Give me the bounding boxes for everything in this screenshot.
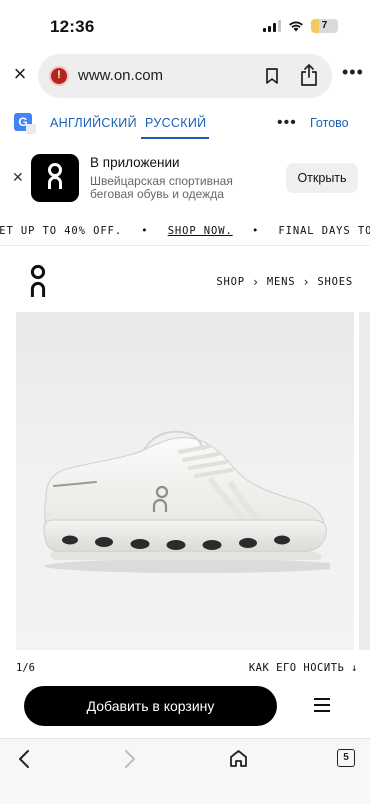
cellular-signal-icon: [263, 20, 281, 32]
breadcrumb-separator: ›: [251, 275, 260, 289]
home-icon[interactable]: [229, 749, 248, 768]
browser-bottom-toolbar: 5: [0, 738, 370, 804]
promo-separator: •: [141, 225, 149, 237]
hamburger-menu-icon[interactable]: [314, 698, 330, 712]
status-time: 12:36: [50, 17, 95, 36]
battery-level: 7: [321, 20, 328, 31]
translate-done-button[interactable]: Готово: [310, 116, 349, 130]
app-banner-title: В приложении: [90, 155, 180, 170]
app-install-banner: ✕ В приложении Швейцарская спортивная бе…: [0, 148, 370, 208]
more-options-icon[interactable]: •••: [342, 63, 364, 81]
promo-text: GET UP TO 40% OFF. • SHOP NOW. • FINAL D…: [0, 225, 370, 237]
promo-final-days-text: FINAL DAYS TO G: [278, 225, 370, 237]
promo-separator: •: [251, 225, 260, 237]
product-shoe-image: [43, 430, 330, 573]
status-bar: 12:36 7: [0, 0, 370, 50]
next-image-peek[interactable]: [359, 312, 370, 650]
app-banner-subtitle-line1: Швейцарская спортивная: [90, 174, 233, 188]
app-banner-subtitle-line2: беговая обувь и одежда: [90, 187, 224, 201]
promo-offer-text: GET UP TO 40% OFF.: [0, 225, 122, 237]
on-brand-logo-icon[interactable]: [29, 264, 47, 297]
promo-ticker: GET UP TO 40% OFF. • SHOP NOW. • FINAL D…: [0, 218, 370, 246]
forward-arrow-icon[interactable]: [122, 749, 138, 769]
back-arrow-icon[interactable]: [16, 749, 32, 769]
banner-close-icon[interactable]: ✕: [12, 169, 24, 186]
url-text[interactable]: www.on.com: [78, 67, 163, 84]
target-language-tab[interactable]: РУССКИЙ: [145, 116, 206, 130]
breadcrumb-separator: ›: [302, 275, 311, 289]
tabs-count-icon[interactable]: 5: [337, 749, 355, 767]
translate-options-icon[interactable]: •••: [277, 114, 297, 132]
wifi-icon: [289, 21, 303, 32]
promo-shop-now-link[interactable]: SHOP NOW.: [168, 225, 233, 237]
translate-bar: G АНГЛИЙСКИЙ РУССКИЙ ••• Готово: [0, 108, 370, 140]
source-language-tab[interactable]: АНГЛИЙСКИЙ: [50, 116, 137, 130]
close-icon[interactable]: ×: [9, 63, 31, 85]
active-language-indicator: [141, 137, 209, 139]
breadcrumb-mens[interactable]: MENS: [267, 276, 296, 288]
breadcrumb-shop[interactable]: SHOP: [216, 276, 245, 288]
share-icon[interactable]: [300, 64, 318, 86]
google-translate-icon: G: [14, 113, 36, 134]
breadcrumb-shoes[interactable]: SHOES: [317, 276, 353, 288]
browser-url-bar: × www.on.com •••: [0, 52, 370, 100]
site-warning-icon[interactable]: [49, 66, 69, 86]
gallery-pager: 1/6: [16, 662, 35, 674]
status-indicators: 7: [263, 19, 338, 33]
bookmark-icon[interactable]: [266, 68, 278, 84]
how-to-wear-link[interactable]: КАК ЕГО НОСИТЬ ↓: [249, 662, 358, 674]
battery-icon: 7: [311, 19, 338, 33]
app-icon: [31, 154, 79, 202]
breadcrumb: SHOP › MENS › SHOES: [216, 275, 353, 289]
address-field[interactable]: www.on.com: [38, 54, 332, 98]
open-app-button[interactable]: Открыть: [286, 163, 358, 193]
add-to-cart-button[interactable]: Добавить в корзину: [24, 686, 277, 726]
on-logo-icon: [48, 163, 62, 189]
